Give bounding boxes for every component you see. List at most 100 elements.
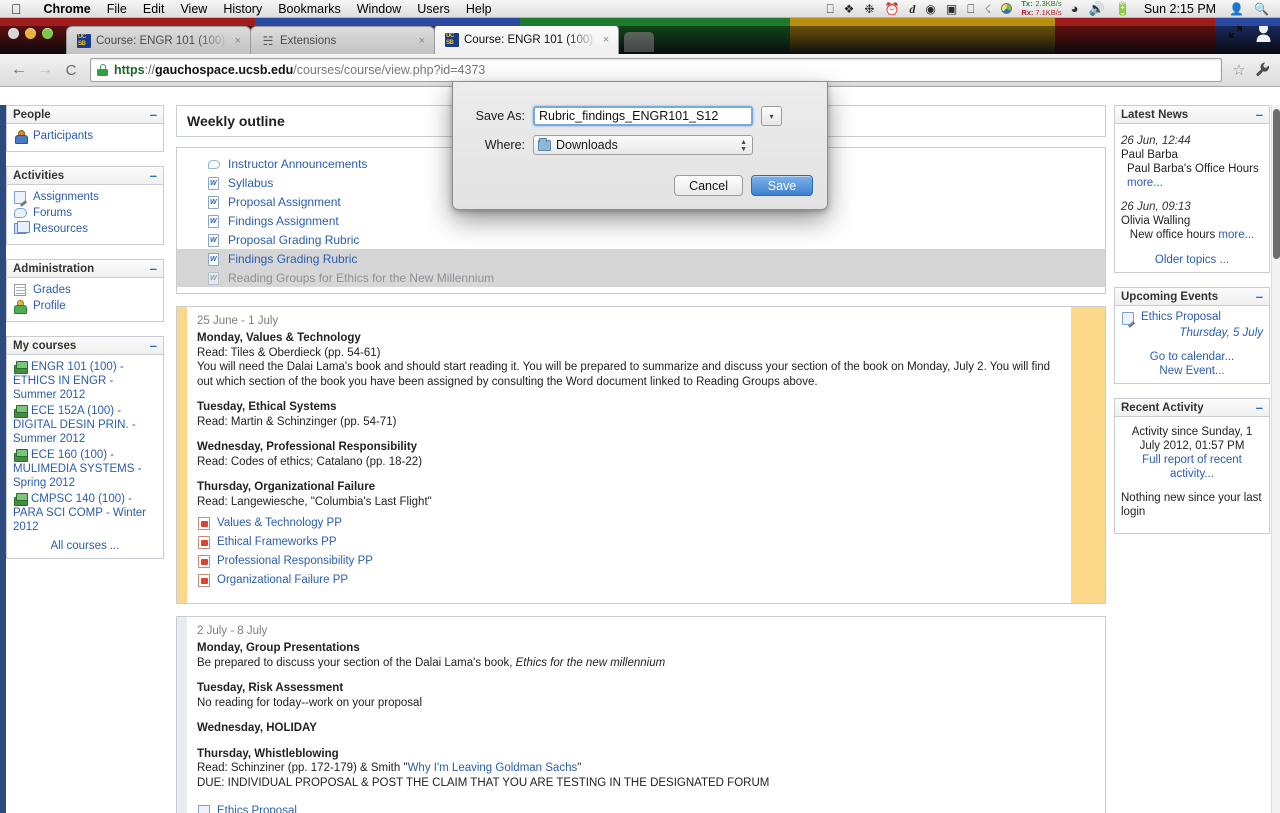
resource-link-professional-responsibility[interactable]: Professional Responsibility PP <box>197 551 1061 570</box>
link-label[interactable]: Proposal Grading Rubric <box>228 233 359 247</box>
bookmark-star-icon[interactable]: ☆ <box>1228 61 1250 79</box>
full-report-label[interactable]: Full report of recent activity... <box>1142 454 1242 480</box>
tab-close-icon[interactable]: × <box>600 34 612 46</box>
sidebar-item-label[interactable]: Participants <box>33 129 93 144</box>
course-link-engr101[interactable]: ENGR 101 (100) - ETHICS IN ENGR - Summer… <box>13 360 157 402</box>
menu-item-window[interactable]: Window <box>349 0 409 18</box>
resource-label[interactable]: Ethics Proposal <box>217 805 297 813</box>
sidebar-item-label[interactable]: Forums <box>33 206 72 221</box>
collapse-icon[interactable]: – <box>150 172 157 180</box>
collapse-icon[interactable]: – <box>1256 293 1263 301</box>
sidebar-item-label[interactable]: Grades <box>33 283 71 298</box>
menu-item-chrome[interactable]: Chrome <box>36 0 99 18</box>
window-controls[interactable] <box>8 28 53 39</box>
collapse-icon[interactable]: – <box>150 111 157 119</box>
menu-item-help[interactable]: Help <box>458 0 500 18</box>
window-minimize-button[interactable] <box>25 28 36 39</box>
menubar-clock[interactable]: Sun 2:15 PM <box>1136 2 1224 16</box>
tab-close-icon[interactable]: × <box>232 35 244 47</box>
sidebar-item-label[interactable]: Assignments <box>33 190 99 205</box>
resource-link-ethical-frameworks[interactable]: Ethical Frameworks PP <box>197 532 1061 551</box>
circle-icon[interactable]: ◉ <box>920 3 940 15</box>
expand-chevron-down-icon[interactable]: ▾ <box>761 106 782 126</box>
user-icon[interactable]: 👤 <box>1224 3 1249 15</box>
bluetooth-icon[interactable]: ☇ <box>979 3 996 15</box>
resource-label[interactable]: Values & Technology PP <box>217 517 342 529</box>
b-icon[interactable]: ▣ <box>941 3 962 15</box>
collapse-icon[interactable]: – <box>150 265 157 273</box>
filename-input[interactable]: Rubric_findings_ENGR101_S12 <box>533 106 753 126</box>
news-more-link[interactable]: more... <box>1218 229 1254 241</box>
sidebar-item-forums[interactable]: Forums <box>13 206 157 221</box>
apple-logo-icon[interactable]:  <box>11 2 22 16</box>
tab-close-icon[interactable]: × <box>416 35 428 47</box>
save-button[interactable]: Save <box>751 175 813 196</box>
inline-link-goldman-sachs[interactable]: Why I'm Leaving Goldman Sachs <box>408 762 578 774</box>
link-label[interactable]: Reading Groups for Ethics for the New Mi… <box>228 271 494 285</box>
collapse-icon[interactable]: – <box>1256 111 1263 119</box>
event-label[interactable]: Ethics Proposal <box>1141 311 1221 323</box>
sidebar-item-grades[interactable]: Grades <box>13 283 157 298</box>
resource-link-ethics-proposal[interactable]: Ethics Proposal <box>197 801 1095 813</box>
course-link-ece152a[interactable]: ECE 152A (100) - DIGITAL DESIN PRIN. - S… <box>13 404 157 446</box>
address-bar[interactable]: https://gauchospace.ucsb.edu/courses/cou… <box>90 58 1222 82</box>
window-zoom-button[interactable] <box>42 28 53 39</box>
d-icon[interactable]: d <box>904 3 920 15</box>
link-label[interactable]: Syllabus <box>228 176 273 190</box>
tab-course-engr101-1[interactable]: Course: ENGR 101 (100) - ET × <box>66 26 251 54</box>
window-close-button[interactable] <box>8 28 19 39</box>
resource-label[interactable]: Organizational Failure PP <box>217 574 348 586</box>
cancel-button[interactable]: Cancel <box>674 175 743 196</box>
forward-button[interactable]: → <box>32 58 58 82</box>
menu-item-file[interactable]: File <box>99 0 135 18</box>
link-label[interactable]: Proposal Assignment <box>228 195 341 209</box>
paw-icon[interactable]: ❉ <box>859 3 879 15</box>
wifi-icon[interactable]: ◕ <box>1066 2 1084 15</box>
link-label[interactable]: Instructor Announcements <box>228 157 367 171</box>
display-icon[interactable]: ⎕ <box>962 3 979 15</box>
link-findings-assignment[interactable]: Findings Assignment <box>177 211 1105 230</box>
fullscreen-icon[interactable] <box>1228 25 1243 39</box>
collapse-icon[interactable]: – <box>1256 404 1263 412</box>
course-label[interactable]: ECE 152A (100) - DIGITAL DESIN PRIN. - S… <box>13 405 136 445</box>
scrollbar-thumb[interactable] <box>1273 109 1280 259</box>
course-label[interactable]: CMPSC 140 (100) - PARA SCI COMP - Winter… <box>13 493 146 533</box>
sidebar-item-assignments[interactable]: Assignments <box>13 190 157 205</box>
tab-course-engr101-2[interactable]: Course: ENGR 101 (100) - ET × <box>434 24 619 54</box>
where-select[interactable]: Downloads ▲▼ <box>533 135 753 155</box>
menu-item-users[interactable]: Users <box>409 0 458 18</box>
resource-label[interactable]: Ethical Frameworks PP <box>217 536 337 548</box>
link-findings-grading-rubric[interactable]: Findings Grading Rubric <box>177 249 1105 268</box>
go-to-calendar-label[interactable]: Go to calendar... <box>1150 351 1234 363</box>
course-link-cmpsc140[interactable]: CMPSC 140 (100) - PARA SCI COMP - Winter… <box>13 492 157 534</box>
dropbox-icon[interactable]: ❖ <box>839 3 860 15</box>
menu-item-bookmarks[interactable]: Bookmarks <box>270 0 349 18</box>
course-link-ece160[interactable]: ECE 160 (100) - MULIMEDIA SYSTEMS - Spri… <box>13 448 157 490</box>
spotlight-search-icon[interactable]: 🔍 <box>1249 3 1274 15</box>
new-event-link[interactable]: New Event... <box>1121 363 1263 377</box>
stepper-arrows-icon[interactable]: ▲▼ <box>740 139 747 153</box>
go-to-calendar-link[interactable]: Go to calendar... <box>1121 339 1263 363</box>
older-topics-link[interactable]: Older topics ... <box>1121 252 1263 266</box>
menu-item-history[interactable]: History <box>215 0 270 18</box>
tab-extensions[interactable]: ☵ Extensions × <box>250 26 435 54</box>
volume-icon[interactable]: 🔊 <box>1083 2 1109 15</box>
back-button[interactable]: ← <box>6 58 32 82</box>
sidebar-item-resources[interactable]: Resources <box>13 222 157 237</box>
resource-label[interactable]: Professional Responsibility PP <box>217 555 373 567</box>
page-vertical-scrollbar[interactable] <box>1271 105 1280 813</box>
sidebar-item-participants[interactable]: Participants <box>13 129 157 144</box>
link-proposal-grading-rubric[interactable]: Proposal Grading Rubric <box>177 230 1105 249</box>
sidebar-item-profile[interactable]: Profile <box>13 299 157 314</box>
clock-icon[interactable]: ⏰ <box>879 3 904 15</box>
full-report-link[interactable]: Full report of recent activity... <box>1121 453 1263 481</box>
battery-icon[interactable]: 🔋 <box>1110 2 1136 15</box>
event-row[interactable]: Ethics Proposal <box>1121 311 1263 325</box>
course-label[interactable]: ENGR 101 (100) - ETHICS IN ENGR - Summer… <box>13 361 124 401</box>
sidebar-item-label[interactable]: Profile <box>33 299 66 314</box>
older-topics-label[interactable]: Older topics ... <box>1155 254 1229 266</box>
all-courses-link[interactable]: All courses ... <box>13 536 157 552</box>
new-event-label[interactable]: New Event... <box>1159 365 1224 377</box>
news-more-link[interactable]: more... <box>1127 177 1163 189</box>
link-label[interactable]: Findings Assignment <box>228 214 339 228</box>
